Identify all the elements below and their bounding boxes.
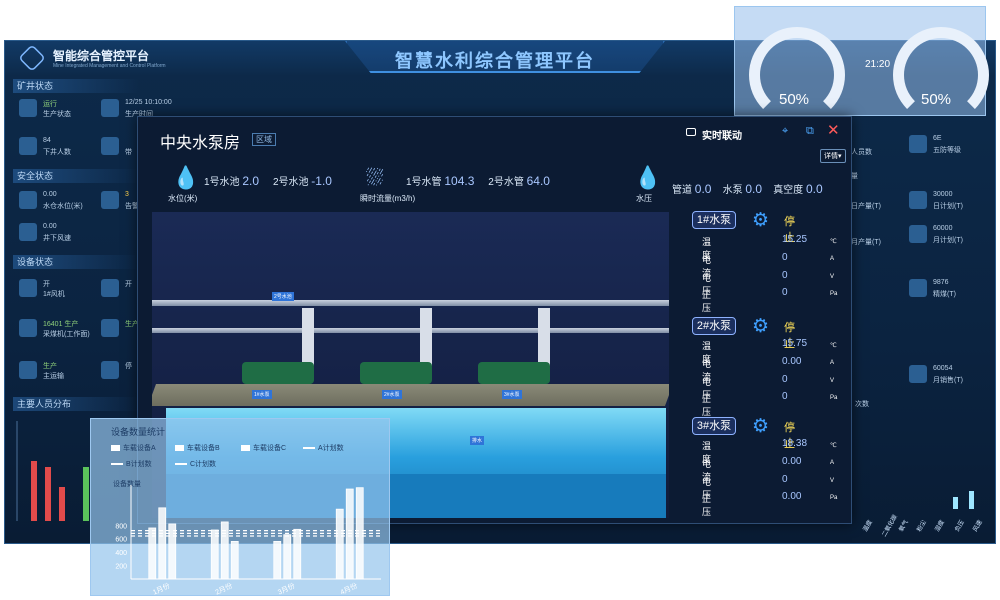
- pump-1-pipe: [302, 308, 314, 368]
- gear-icon: [101, 319, 119, 337]
- scene-tag[interactable]: 1#水泵: [252, 390, 272, 399]
- fan-icon: [101, 279, 119, 297]
- pump-3-name[interactable]: 3#水泵: [692, 417, 736, 435]
- bar: [355, 487, 364, 580]
- bar: [148, 527, 157, 580]
- scene-tag[interactable]: 2#水泵: [382, 390, 402, 399]
- section-personnel: 主要人员分布: [13, 397, 139, 411]
- pressure-icon: 💧: [634, 165, 662, 190]
- zone-tag[interactable]: 区域: [252, 133, 276, 146]
- x-tick-label: 3月份: [276, 581, 296, 597]
- location-icon[interactable]: ⌖: [782, 125, 792, 137]
- gauge-right: [893, 27, 989, 123]
- conveyor-icon: [19, 361, 37, 379]
- pump-1-model[interactable]: [242, 362, 314, 384]
- x-tick-label: 1月份: [151, 581, 171, 597]
- gear-icon: [19, 99, 37, 117]
- window-icon[interactable]: ⧉: [806, 125, 814, 138]
- shearer-icon: [19, 319, 37, 337]
- y-tick-label: 200: [115, 564, 127, 571]
- y-tick-label: 800: [115, 523, 127, 530]
- section-equipment-status: 设备状态: [13, 255, 139, 269]
- page-title: 智慧水利综合管理平台: [395, 51, 595, 71]
- equipment-bar-chart: 200 400 600 800 1月份 2月份 3月份 4月份: [115, 485, 381, 597]
- calendar-icon: [101, 99, 119, 117]
- plus-box-icon: [909, 135, 927, 153]
- bar: [220, 521, 229, 580]
- flow-icon: ⛆: [366, 165, 384, 190]
- pump-2-model[interactable]: [360, 362, 432, 384]
- logo-subtitle: Mine Integrated Management and Control P…: [53, 63, 166, 69]
- scene-tag[interactable]: 排水: [470, 436, 485, 445]
- gear-icon: ⚙: [752, 316, 770, 337]
- pump-1-name[interactable]: 1#水泵: [692, 211, 736, 229]
- close-icon[interactable]: ✕: [827, 121, 840, 139]
- x-tick-label: 2月份: [214, 581, 234, 597]
- pump-platform: [152, 384, 669, 406]
- pump-3-pipe: [538, 308, 550, 368]
- detail-button[interactable]: 详情▾: [820, 149, 846, 163]
- water-level-values: 1号水池 2.0 2号水池 -1.0: [204, 174, 332, 188]
- gauge-right-value: 50%: [921, 91, 952, 108]
- realtime-link[interactable]: 实时联动: [702, 127, 742, 142]
- water-level-icon: 💧: [172, 165, 200, 190]
- logo-icon: [18, 44, 46, 72]
- section-mine-status: 矿井状态: [13, 79, 139, 93]
- gear-icon: ⚙: [752, 416, 770, 437]
- env-labels: 温度 二氧化碳 氧气 粉尘 湿度 负压 风速: [862, 514, 984, 539]
- bar: [273, 541, 282, 580]
- clock-time: 21:20: [865, 59, 891, 70]
- worker-icon: [19, 137, 37, 155]
- bar: [230, 541, 239, 580]
- scene-tag[interactable]: 3#水泵: [502, 390, 522, 399]
- bar: [335, 508, 344, 580]
- pipe-main-bottom: [152, 328, 669, 333]
- bar: [158, 507, 167, 580]
- bar: [293, 528, 302, 580]
- flow-values: 1号水管 104.3 2号水管 64.0: [406, 174, 550, 188]
- calendar-icon: [909, 225, 927, 243]
- water-level-icon: [19, 191, 37, 209]
- x-tick-label: 4月份: [339, 581, 359, 597]
- wind-icon: [19, 223, 37, 241]
- gauge-left-value: 50%: [779, 91, 810, 108]
- realtime-icon: [686, 128, 696, 136]
- bar: [283, 534, 292, 580]
- clipboard-icon: [101, 137, 119, 155]
- pump-3-model[interactable]: [478, 362, 550, 384]
- section-safety-status: 安全状态: [13, 169, 139, 183]
- pump-2-name[interactable]: 2#水泵: [692, 317, 736, 335]
- factory-icon: [909, 279, 927, 297]
- pressure-values: 管道 0.0 水泵 0.0 真空度 0.0: [672, 182, 823, 196]
- target-icon: [909, 191, 927, 209]
- personnel-bars: [16, 421, 89, 521]
- y-tick-label: 600: [115, 537, 127, 544]
- month-icon: [909, 365, 927, 383]
- y-tick-label: 400: [115, 550, 127, 557]
- fan-icon: [19, 279, 37, 297]
- gauge-left: [749, 27, 845, 123]
- gauges-panel: 50% 21:20 50%: [734, 6, 989, 123]
- logo-text: 智能综合管控平台: [53, 49, 150, 63]
- scene-tag[interactable]: 2号水池: [272, 292, 294, 301]
- pipe-main-top: [152, 300, 669, 306]
- bar: [168, 523, 177, 580]
- bar: [345, 488, 354, 580]
- equipment-chart-panel: 设备数量统计 车载设备A 车载设备B 车载设备C A计划数 B计划数 C计划数 …: [90, 418, 390, 597]
- flow-caption: 瞬时流量(m3/h): [360, 194, 416, 203]
- pressure-caption: 水压: [636, 194, 652, 203]
- gear-icon: ⚙: [752, 210, 770, 231]
- pump-2-pipe: [420, 308, 432, 368]
- truck-icon: [101, 361, 119, 379]
- modal-title: 中央水泵房: [160, 135, 241, 152]
- bar: [210, 529, 219, 580]
- water-level-caption: 水位(米): [168, 194, 198, 203]
- alert-icon: [101, 191, 119, 209]
